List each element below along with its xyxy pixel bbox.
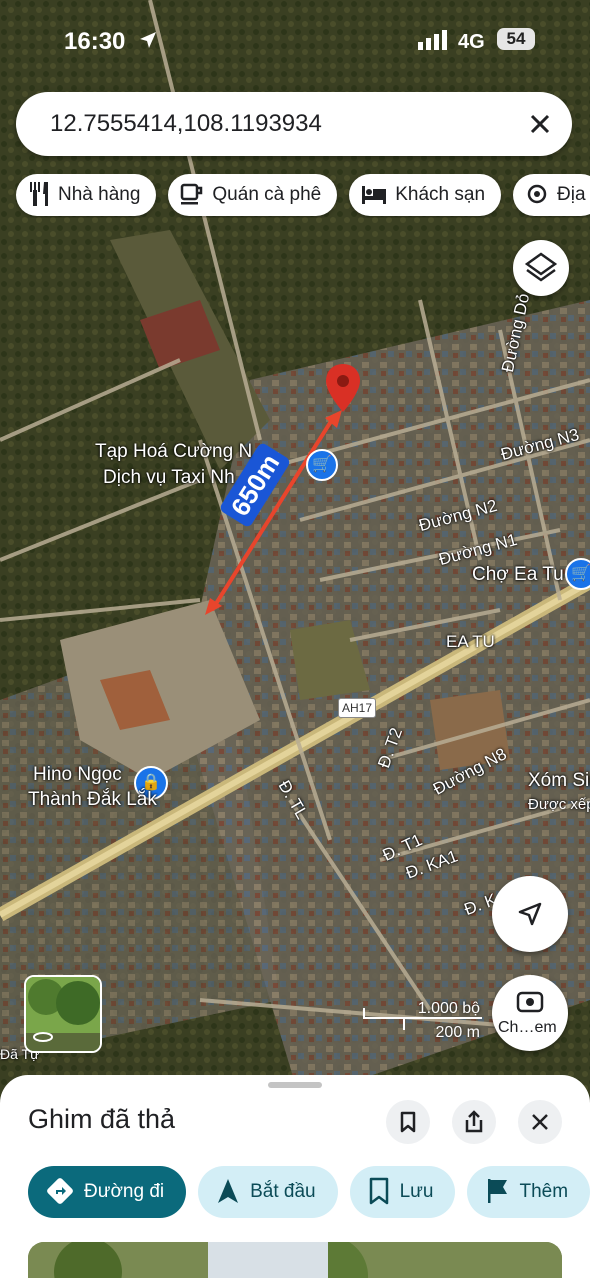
share-icon (465, 1110, 483, 1133)
label-shop1-line1[interactable]: Tạp Hoá Cường N (95, 441, 252, 463)
map-scale: 1.000 bộ 200 m (362, 996, 492, 1044)
status-bar: 16:30 4G 54 (0, 22, 590, 62)
label-shop1-line2[interactable]: Dịch vụ Taxi Nh (103, 467, 235, 489)
status-time: 16:30 (64, 28, 126, 55)
hotel-icon (362, 185, 387, 204)
save-button[interactable]: Lưu (349, 1166, 456, 1218)
market-cart-icon[interactable]: 🛒 (565, 558, 590, 590)
label-ea-tu: EA TU (446, 632, 495, 651)
label-xom-line2: Được xếp (528, 796, 590, 813)
directions-button[interactable]: Đường đi (28, 1166, 187, 1218)
directions-icon (47, 1177, 73, 1204)
bookmark-icon (400, 1111, 416, 1133)
flag-icon (488, 1178, 508, 1203)
chip-coffee[interactable]: Quán cà phê (168, 174, 338, 216)
location-arrow-icon (140, 32, 156, 48)
search-input[interactable]: 12.7555414,108.1193934 (50, 110, 322, 138)
close-sheet-button[interactable] (518, 1100, 562, 1144)
camera-icon (516, 991, 544, 1013)
close-icon (532, 1114, 548, 1130)
restaurant-icon (30, 181, 48, 206)
chip-restaurants[interactable]: Nhà hàng (16, 174, 157, 216)
battery-indicator: 54 (497, 28, 535, 50)
share-button[interactable] (452, 1100, 496, 1144)
sheet-drag-handle[interactable] (268, 1082, 322, 1088)
layers-button[interactable] (513, 240, 569, 296)
sheet-actions: Đường đi Bắt đầu Lưu Thêm (28, 1166, 590, 1220)
more-button[interactable]: Thêm (467, 1166, 590, 1218)
label-market[interactable]: Chợ Ea Tu (472, 564, 564, 586)
attraction-icon (527, 184, 547, 204)
place-photo[interactable] (28, 1242, 562, 1278)
search-bar[interactable]: 12.7555414,108.1193934 (16, 92, 572, 156)
street-view-thumbnail[interactable] (24, 975, 102, 1053)
label-hino-line2[interactable]: Thành Đắk Lắk (28, 789, 157, 811)
camera-search-button[interactable]: Ch…em (492, 975, 568, 1051)
navigation-arrow-icon (518, 902, 542, 926)
category-chips: Nhà hàng Quán cà phê Khách sạn Địa (16, 174, 590, 218)
highway-shield: AH17 (338, 698, 376, 718)
coffee-icon (181, 183, 203, 205)
layers-icon (524, 252, 558, 282)
label-hino-line1[interactable]: Hino Ngọc (33, 764, 122, 786)
network-type: 4G (458, 31, 485, 53)
start-button[interactable]: Bắt đầu (198, 1166, 338, 1218)
dropped-pin-icon[interactable] (326, 364, 360, 412)
navigation-arrow-icon (218, 1178, 239, 1203)
sheet-title: Ghim đã thả (28, 1104, 176, 1134)
chip-attractions[interactable]: Địa (513, 174, 590, 216)
signal-icon (418, 30, 447, 50)
camera-label: Ch…em (498, 1019, 557, 1036)
close-icon[interactable] (526, 110, 554, 138)
label-xom-line1[interactable]: Xóm Sin (528, 770, 590, 792)
shopping-cart-icon[interactable]: 🛒 (306, 449, 338, 481)
bookmark-icon (369, 1177, 388, 1205)
360-view-icon (33, 1032, 53, 1042)
save-bookmark-button[interactable] (386, 1100, 430, 1144)
my-location-button[interactable] (492, 876, 568, 952)
chip-hotels[interactable]: Khách sạn (349, 174, 502, 216)
